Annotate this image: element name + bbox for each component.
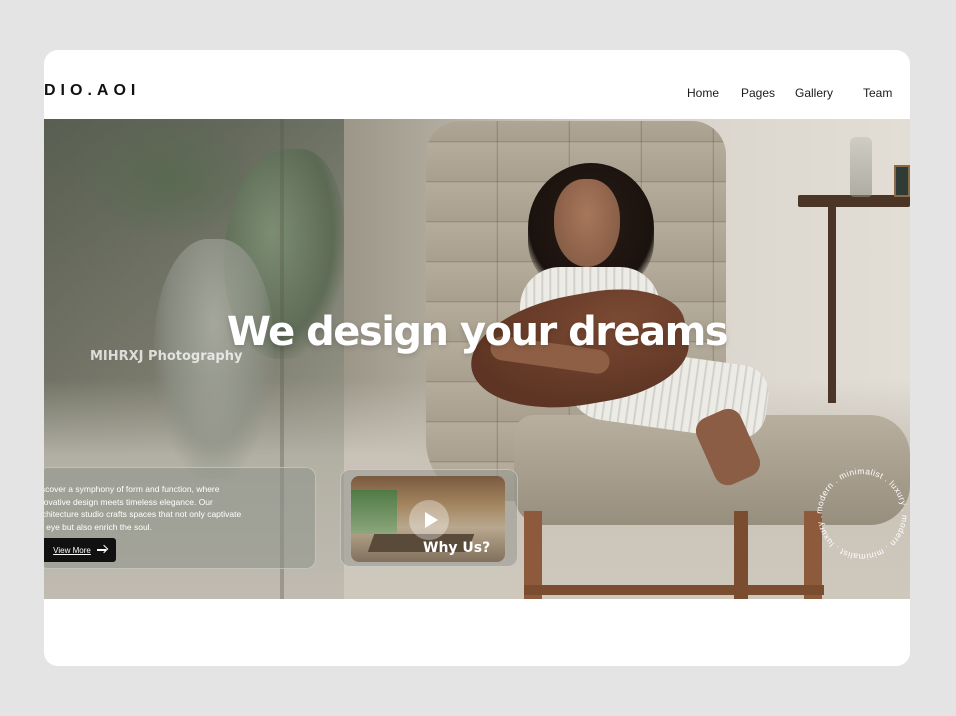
arrow-right-icon	[96, 545, 109, 555]
picture-frame	[894, 165, 910, 197]
vase	[850, 137, 872, 197]
person-face	[554, 179, 620, 267]
play-icon	[424, 512, 438, 528]
play-button[interactable]	[409, 500, 449, 540]
info-line: e eye but also enrich the soul.	[44, 521, 152, 532]
photo-credit: MIHRXJ Photography	[90, 349, 243, 364]
why-us-label: Why Us?	[423, 540, 491, 556]
page-card: DIO.AOI Home Pages Gallery Team We desig…	[44, 50, 910, 666]
info-line: novative design meets timeless elegance.…	[44, 496, 213, 507]
info-description: iscover a symphony of form and function,…	[44, 483, 279, 533]
video-card[interactable]: Why Us?	[340, 469, 518, 567]
rotating-badge: modern . minimalist . luxury . modern . …	[814, 466, 910, 562]
badge-text: modern . minimalist . luxury . modern . …	[814, 466, 910, 562]
info-line: iscover a symphony of form and function,…	[44, 484, 220, 494]
video-thumbnail[interactable]: Why Us?	[351, 476, 505, 562]
brand-logo[interactable]: DIO.AOI	[44, 82, 140, 100]
svg-text:modern . minimalist . luxury .: modern . minimalist . luxury . modern . …	[814, 466, 910, 562]
view-more-label: View More	[53, 545, 91, 555]
side-table-leg	[828, 207, 836, 403]
nav-item-pages[interactable]: Pages	[741, 86, 775, 100]
hero-section: We design your dreams MIHRXJ Photography…	[44, 119, 910, 599]
view-more-button[interactable]: View More	[44, 538, 116, 562]
thumbnail-window	[351, 490, 397, 534]
info-line: rchitecture studio crafts spaces that no…	[44, 509, 242, 519]
chair-rail	[524, 585, 824, 595]
nav-item-home[interactable]: Home	[687, 86, 719, 100]
content-below-hero	[44, 599, 910, 666]
nav-item-gallery[interactable]: Gallery	[795, 86, 833, 100]
nav-item-team[interactable]: Team	[863, 86, 892, 100]
